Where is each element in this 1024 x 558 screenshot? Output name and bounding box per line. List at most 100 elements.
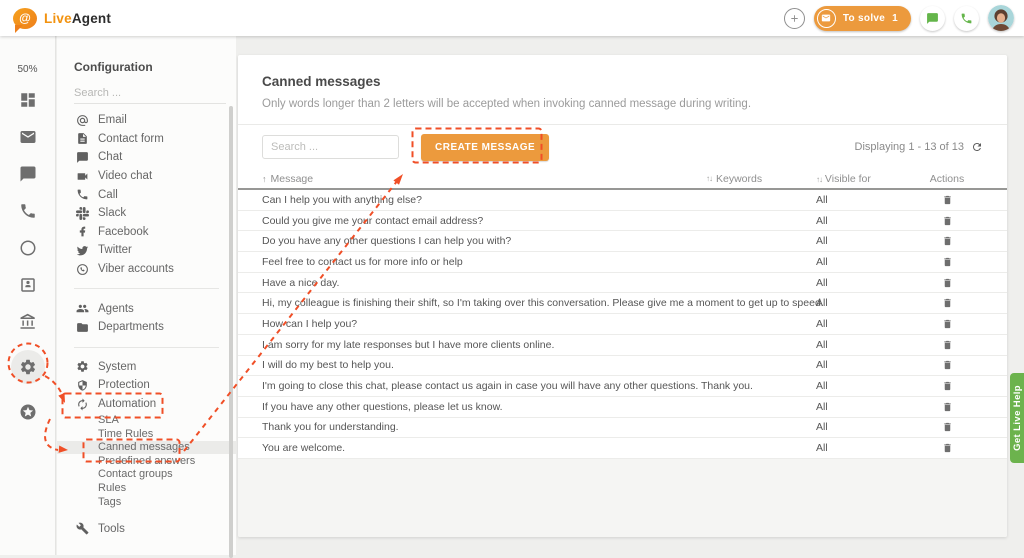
sidebar-subitem-canned-messages[interactable]: Canned messages xyxy=(57,441,236,455)
table-row[interactable]: How can I help you?All xyxy=(238,314,1007,335)
get-live-help-tab[interactable]: Get Live Help xyxy=(1010,373,1024,463)
sidebar-divider xyxy=(74,288,219,289)
delete-icon[interactable] xyxy=(942,359,953,371)
column-header-label: Keywords xyxy=(716,173,762,185)
table-toolbar: CREATE MESSAGE Displaying 1 - 13 of 13 xyxy=(238,125,1007,169)
table-row[interactable]: Could you give me your contact email add… xyxy=(238,211,1007,232)
column-header-message[interactable]: ↑Message xyxy=(262,173,706,185)
sidebar-subitem-label: SLA xyxy=(98,414,119,426)
sidebar-item-label: Contact form xyxy=(98,133,164,145)
delete-icon[interactable] xyxy=(942,339,953,351)
delete-icon[interactable] xyxy=(942,401,953,413)
delete-icon[interactable] xyxy=(942,256,953,268)
sidebar-item-call[interactable]: Call xyxy=(57,185,236,204)
folder-icon xyxy=(76,321,89,334)
contacts-nav-button[interactable] xyxy=(11,276,45,294)
sidebar-divider xyxy=(74,347,219,348)
sidebar-subitem-sla[interactable]: SLA xyxy=(57,413,236,427)
sidebar-scrollbar[interactable] xyxy=(229,106,233,558)
sidebar-item-automation[interactable]: Automation xyxy=(57,395,236,414)
table-row[interactable]: Feel free to contact us for more info or… xyxy=(238,252,1007,273)
table-row[interactable]: You are welcome.All xyxy=(238,438,1007,459)
liveagent-logo[interactable]: @ LiveAgent xyxy=(0,8,111,29)
sidebar-item-chat[interactable]: Chat xyxy=(57,148,236,167)
column-header-keywords[interactable]: ↑↓ Keywords xyxy=(706,173,816,185)
sidebar-subitem-rules[interactable]: Rules xyxy=(57,481,236,495)
gear-icon xyxy=(76,360,89,373)
table-row[interactable]: I will do my best to help you.All xyxy=(238,356,1007,377)
table-header-row: ↑Message ↑↓Keywords ↑↓ Visible for Actio… xyxy=(238,169,1007,190)
calls-button[interactable] xyxy=(954,6,979,31)
refresh-icon[interactable] xyxy=(971,141,983,153)
table-row[interactable]: I'm going to close this chat, please con… xyxy=(238,376,1007,397)
table-row[interactable]: Have a nice day.All xyxy=(238,273,1007,294)
delete-icon[interactable] xyxy=(942,318,953,330)
chats-button[interactable] xyxy=(920,6,945,31)
sidebar-item-label: Chat xyxy=(98,151,122,163)
delete-icon[interactable] xyxy=(942,380,953,392)
delete-icon[interactable] xyxy=(942,297,953,309)
visible-for-cell: All xyxy=(816,380,911,392)
sidebar-search-input[interactable] xyxy=(74,85,226,104)
sidebar-item-video-chat[interactable]: Video chat xyxy=(57,167,236,186)
sidebar-item-contact-form[interactable]: Contact form xyxy=(57,130,236,149)
visible-for-cell: All xyxy=(816,421,911,433)
shield-icon xyxy=(76,379,89,392)
to-solve-button[interactable]: To solve 1 xyxy=(814,6,911,31)
tickets-nav-button[interactable] xyxy=(11,128,45,146)
create-message-button[interactable]: CREATE MESSAGE xyxy=(421,134,549,161)
sidebar-subitem-time-rules[interactable]: Time Rules xyxy=(57,427,236,441)
delete-icon[interactable] xyxy=(942,421,953,433)
sidebar-item-system[interactable]: System xyxy=(57,358,236,377)
table-row[interactable]: Do you have any other questions I can he… xyxy=(238,231,1007,252)
column-header-label: Visible for xyxy=(825,173,871,185)
sidebar-subitem-predefined-answers[interactable]: Predefined answers xyxy=(57,454,236,468)
visible-for-cell: All xyxy=(816,318,911,330)
messages-search-input[interactable] xyxy=(262,135,399,159)
sidebar-item-label: Video chat xyxy=(98,170,152,182)
sidebar-item-email[interactable]: Email xyxy=(57,111,236,130)
message-cell: Can I help you with anything else? xyxy=(262,194,422,206)
logo-text: LiveAgent xyxy=(44,11,111,26)
chats-nav-button[interactable] xyxy=(11,165,45,183)
configuration-nav-button[interactable] xyxy=(11,350,45,384)
message-cell: If you have any other questions, please … xyxy=(262,401,503,413)
table-row[interactable]: If you have any other questions, please … xyxy=(238,397,1007,418)
sidebar-item-viber[interactable]: Viber accounts xyxy=(57,260,236,279)
companies-nav-button[interactable] xyxy=(11,313,45,331)
sidebar-item-facebook[interactable]: Facebook xyxy=(57,223,236,242)
sidebar-item-slack[interactable]: Slack xyxy=(57,204,236,223)
sidebar-item-protection[interactable]: Protection xyxy=(57,376,236,395)
message-cell: I'm going to close this chat, please con… xyxy=(262,380,753,392)
sidebar-subitem-label: Time Rules xyxy=(98,428,153,440)
delete-icon[interactable] xyxy=(942,194,953,206)
sidebar-item-tools[interactable]: Tools xyxy=(57,519,236,538)
visible-for-cell: All xyxy=(816,194,911,206)
wrench-icon xyxy=(76,522,89,535)
online-status-nav-button[interactable] xyxy=(11,239,45,257)
column-header-visible-for[interactable]: ↑↓ Visible for xyxy=(816,173,911,185)
dashboard-nav-button[interactable] xyxy=(11,91,45,109)
sort-icon: ↑↓ xyxy=(706,174,712,183)
sidebar-subitem-contact-groups[interactable]: Contact groups xyxy=(57,468,236,482)
addons-nav-button[interactable] xyxy=(11,403,45,421)
sidebar-item-agents[interactable]: Agents xyxy=(57,299,236,318)
sidebar-item-label: Tools xyxy=(98,523,125,535)
dashboard-icon xyxy=(19,91,37,109)
calls-nav-button[interactable] xyxy=(11,202,45,220)
sidebar-subitem-tags[interactable]: Tags xyxy=(57,495,236,509)
delete-icon[interactable] xyxy=(942,215,953,227)
sidebar-item-twitter[interactable]: Twitter xyxy=(57,241,236,260)
delete-icon[interactable] xyxy=(942,442,953,454)
sidebar-item-departments[interactable]: Departments xyxy=(57,318,236,337)
page-title: Canned messages xyxy=(262,74,983,89)
topbar-actions: To solve 1 xyxy=(784,0,1014,36)
table-row[interactable]: Can I help you with anything else? All xyxy=(238,190,1007,211)
user-avatar[interactable] xyxy=(988,5,1014,31)
delete-icon[interactable] xyxy=(942,277,953,289)
table-row[interactable]: Hi, my colleague is finishing their shif… xyxy=(238,293,1007,314)
table-row[interactable]: I am sorry for my late responses but I h… xyxy=(238,335,1007,356)
delete-icon[interactable] xyxy=(942,235,953,247)
table-row[interactable]: Thank you for understanding.All xyxy=(238,418,1007,439)
add-new-button[interactable] xyxy=(784,8,805,29)
